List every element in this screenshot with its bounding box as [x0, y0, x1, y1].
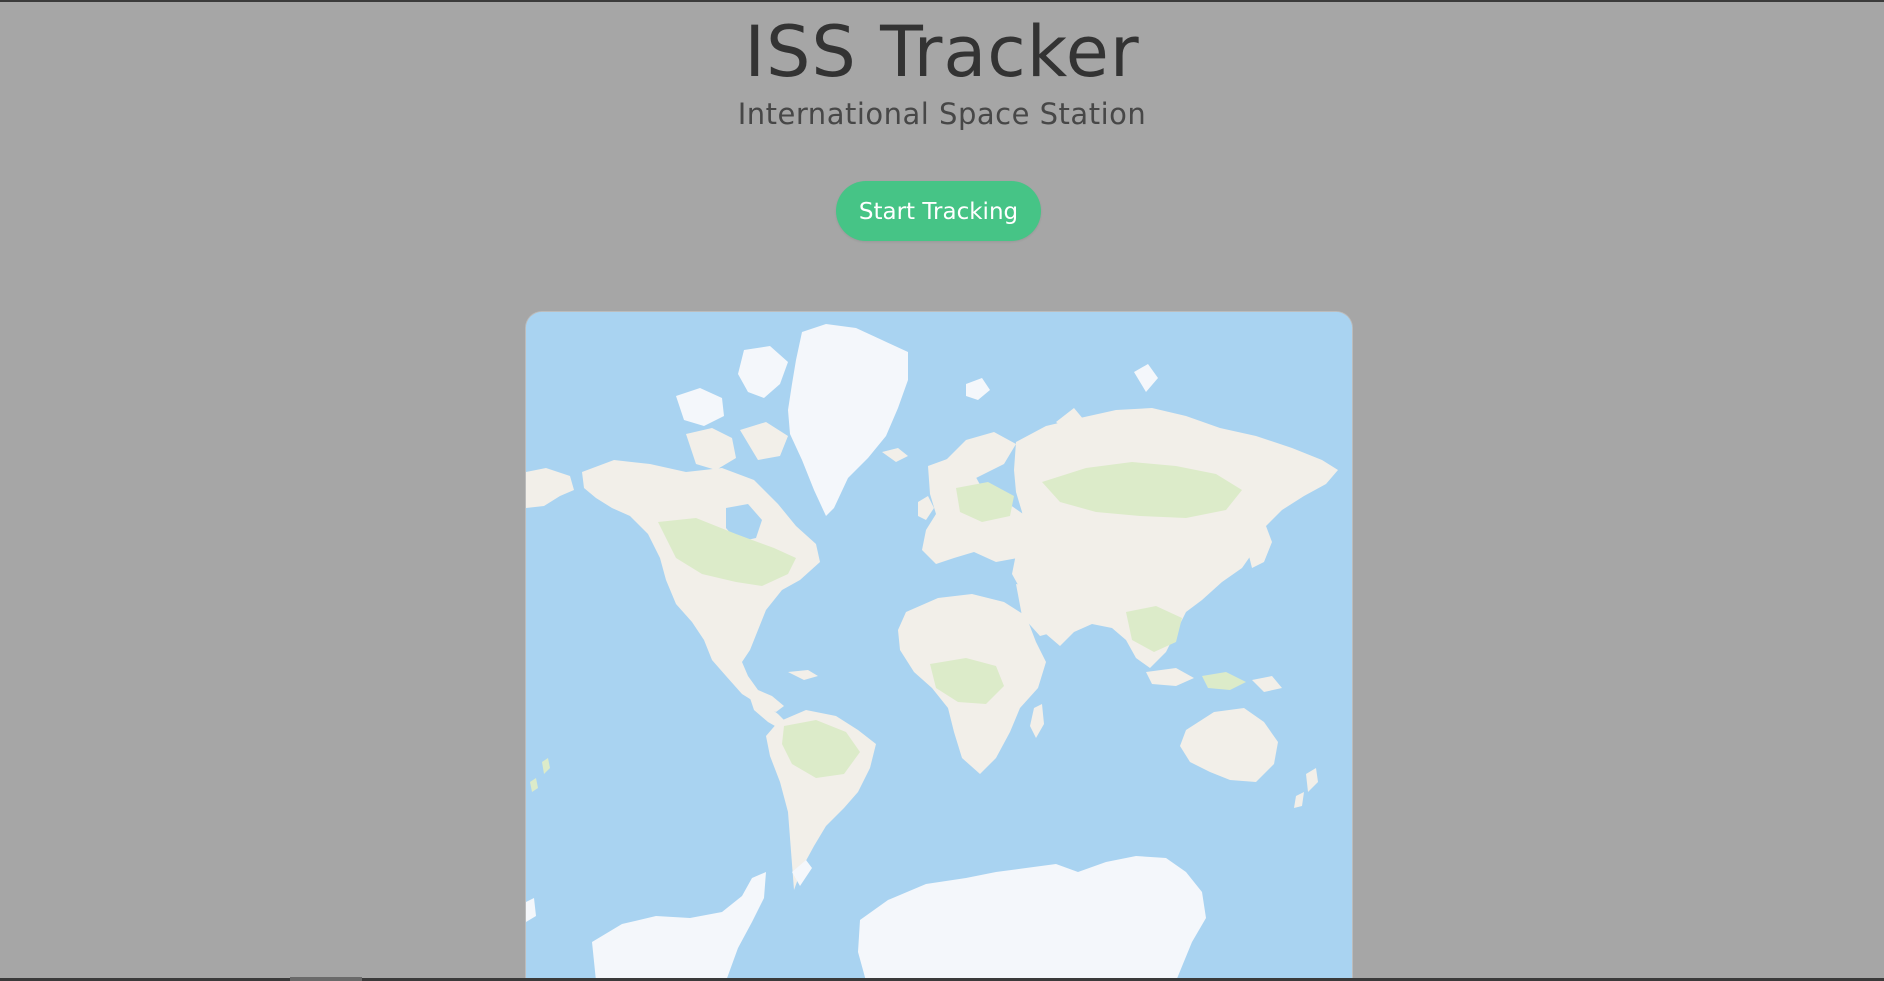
- page-subtitle: International Space Station: [737, 97, 1147, 131]
- window-top-border: [0, 0, 1884, 2]
- taskbar-indicator: [290, 977, 362, 981]
- start-tracking-button[interactable]: Start Tracking: [836, 181, 1041, 241]
- page-title: ISS Tracker: [744, 11, 1140, 93]
- world-map[interactable]: [526, 312, 1352, 981]
- map-canvas[interactable]: [526, 312, 1352, 981]
